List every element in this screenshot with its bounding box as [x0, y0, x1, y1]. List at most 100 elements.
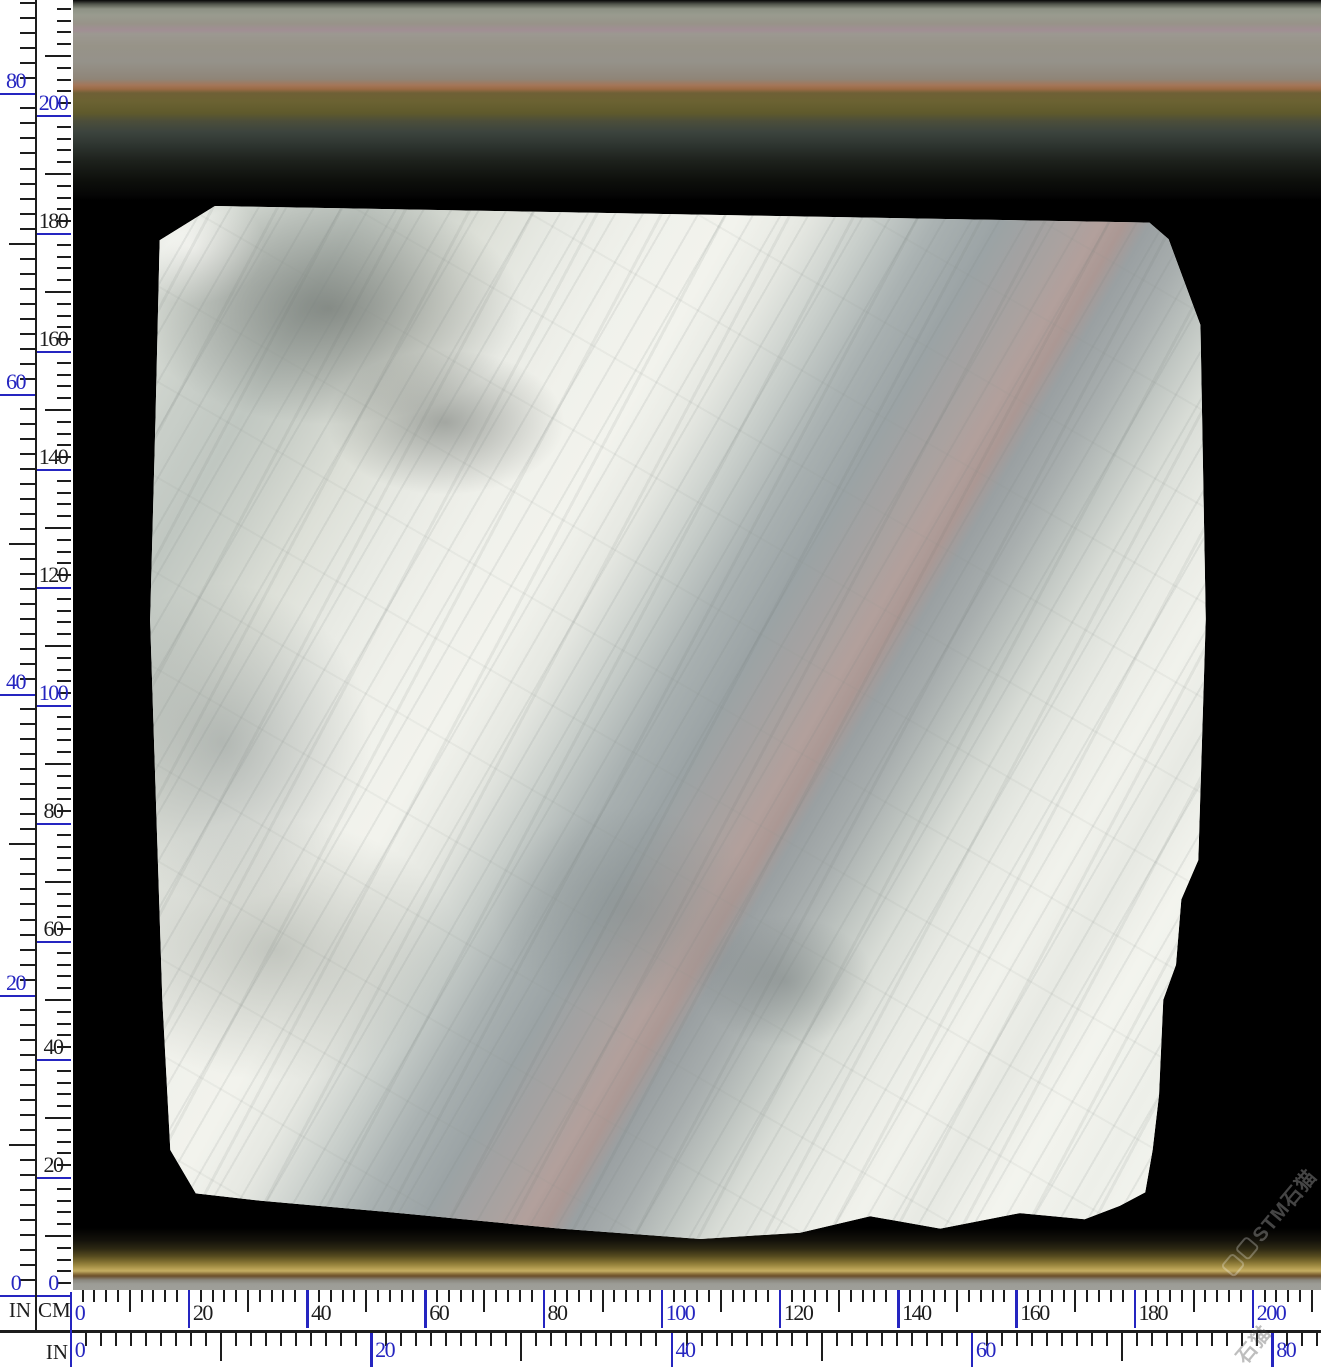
vertical-cm-ruler-tick [57, 433, 71, 435]
bottom-cm-ruler-tick [696, 1290, 698, 1302]
vertical-in-ruler-label: 60 [0, 370, 31, 394]
vertical-cm-ruler-tick [57, 869, 71, 871]
bottom-cm-ruler-tick [117, 1290, 119, 1302]
bottom-cm-ruler-tick [105, 1290, 107, 1302]
bottom-in-ruler-tick [625, 1333, 627, 1346]
vertical-cm-major-line [36, 1177, 71, 1179]
vertical-cm-ruler-tick [57, 492, 71, 494]
vertical-cm-ruler-tick [57, 1105, 71, 1107]
bottom-cm-ruler-tick [519, 1290, 521, 1302]
bottom-in-ruler-tick [1136, 1333, 1138, 1346]
bottom-cm-ruler-tick [755, 1290, 757, 1302]
bottom-cm-ruler-tick [1003, 1290, 1005, 1302]
vertical-in-ruler-tick [9, 1144, 36, 1146]
bottom-cm-ruler-label: 200 [1257, 1301, 1286, 1325]
bottom-cm-ruler-tick [838, 1290, 840, 1312]
bottom-in-ruler-tick [881, 1333, 883, 1346]
vertical-cm-ruler-tick [57, 315, 71, 317]
bottom-cm-ruler-tick [472, 1290, 474, 1302]
vertical-cm-ruler-tick [57, 161, 71, 163]
vertical-cm-ruler-tick [57, 834, 71, 836]
vertical-cm-ruler-tick [57, 1211, 71, 1213]
bottom-in-ruler-tick [1046, 1333, 1048, 1346]
bottom-cm-major-line [897, 1290, 900, 1328]
vertical-cm-ruler-tick [57, 1188, 71, 1190]
bottom-in-ruler-tick [941, 1333, 943, 1346]
bottom-in-major-line [971, 1333, 974, 1367]
vertical-cm-ruler-tick [57, 67, 71, 69]
bottom-in-ruler-tick [340, 1333, 342, 1346]
vertical-cm-ruler-label: 200 [36, 91, 70, 115]
vertical-cm-ruler-tick [57, 633, 71, 635]
vertical-cm-ruler-label: 0 [36, 1271, 70, 1295]
vertical-cm-ruler-tick [57, 1070, 71, 1072]
vertical-cm-major-line [36, 587, 71, 589]
stone-slab [148, 205, 1210, 1240]
vertical-cm-ruler-tick [57, 846, 71, 848]
vertical-cm-ruler-tick [45, 55, 71, 57]
ruler-column-divider [35, 0, 37, 1330]
bottom-cm-ruler-tick [1063, 1290, 1065, 1302]
vertical-cm-ruler-tick [57, 385, 71, 387]
bottom-in-ruler-tick [716, 1333, 718, 1346]
bottom-cm-ruler-tick [531, 1290, 533, 1302]
bottom-cm-ruler-tick [495, 1290, 497, 1302]
bottom-in-ruler-tick [550, 1333, 552, 1346]
bottom-in-ruler-label: 20 [375, 1338, 394, 1362]
bottom-cm-ruler-tick [1098, 1290, 1100, 1302]
bottom-in-ruler-tick [220, 1333, 222, 1361]
bottom-in-ruler-label: 80 [1276, 1338, 1295, 1362]
bottom-in-major-line [370, 1333, 373, 1367]
bottom-in-ruler-tick [866, 1333, 868, 1346]
bottom-in-ruler-tick [100, 1333, 102, 1346]
bottom-in-ruler-tick [295, 1333, 297, 1346]
slab-scan-viewer: IN CM IN STM石猫 石猫 2001801601401201008060… [0, 0, 1321, 1367]
bottom-cm-ruler-tick [1169, 1290, 1171, 1302]
bottom-in-ruler-tick [445, 1333, 447, 1346]
vertical-cm-ruler-tick [57, 1011, 71, 1013]
bottom-in-ruler-tick [1166, 1333, 1168, 1346]
bottom-cm-ruler-tick [743, 1290, 745, 1302]
bottom-cm-major-line [661, 1290, 664, 1328]
vertical-cm-ruler-tick [57, 20, 71, 22]
vertical-cm-ruler-tick [45, 645, 71, 647]
bottom-cm-ruler-tick [1122, 1290, 1124, 1302]
bottom-cm-ruler-label: 0 [75, 1301, 85, 1325]
vertical-cm-ruler-label: 20 [36, 1153, 70, 1177]
vertical-in-ruler-label: 20 [0, 971, 31, 995]
vertical-cm-ruler-tick [45, 1117, 71, 1119]
bottom-cm-ruler-tick [259, 1290, 261, 1302]
bottom-in-ruler-tick [746, 1333, 748, 1346]
bottom-cm-ruler-tick [873, 1290, 875, 1302]
vertical-cm-ruler-tick [57, 905, 71, 907]
vertical-cm-major-line [36, 351, 71, 353]
bottom-in-ruler-tick [1316, 1333, 1318, 1346]
bottom-cm-ruler-tick [885, 1290, 887, 1302]
vertical-in-major-line [0, 93, 36, 95]
vertical-cm-ruler-tick [57, 126, 71, 128]
vertical-cm-ruler-tick [57, 598, 71, 600]
vertical-cm-ruler-tick [57, 1200, 71, 1202]
bottom-in-ruler-tick [791, 1333, 793, 1346]
bottom-cm-ruler-tick [460, 1290, 462, 1302]
vertical-cm-ruler-label: 40 [36, 1035, 70, 1059]
vertical-cm-ruler-tick [57, 503, 71, 505]
bottom-in-ruler-tick [1301, 1333, 1303, 1346]
bottom-in-ruler-tick [1196, 1333, 1198, 1346]
vertical-in-ruler-label: 80 [0, 69, 31, 93]
vertical-cm-ruler-tick [57, 975, 71, 977]
bottom-in-ruler-tick [400, 1333, 402, 1346]
vertical-cm-ruler-tick [57, 8, 71, 10]
bottom-in-ruler-tick [85, 1333, 87, 1346]
vertical-cm-ruler-tick [57, 197, 71, 199]
bottom-cm-ruler-tick [1204, 1290, 1206, 1302]
bottom-cm-ruler-tick [1051, 1290, 1053, 1302]
vertical-cm-ruler-tick [57, 621, 71, 623]
vertical-cm-ruler-tick [57, 751, 71, 753]
vertical-cm-ruler-tick [57, 1129, 71, 1131]
bottom-cm-ruler-tick [294, 1290, 296, 1302]
vertical-cm-ruler-tick [57, 244, 71, 246]
vertical-cm-ruler-tick [57, 1093, 71, 1095]
bottom-cm-major-line [424, 1290, 427, 1328]
bottom-cm-ruler-tick [980, 1290, 982, 1302]
